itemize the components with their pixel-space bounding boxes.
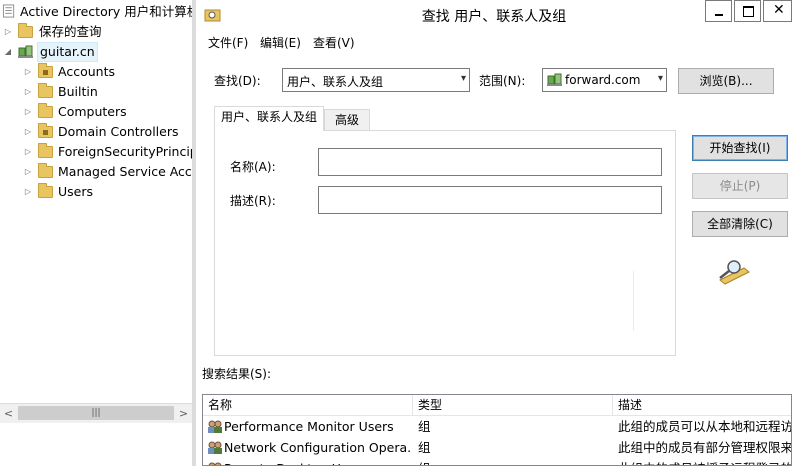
menu-file[interactable]: 文件(F): [208, 34, 248, 51]
scroll-right-arrow-icon[interactable]: >: [175, 404, 192, 423]
find-dialog: 查找 用户、联系人及组 ✕ 文件(F) 编辑(E) 查看(V) 查找(D): 用…: [196, 0, 792, 466]
chevron-right-icon[interactable]: ▷: [23, 182, 33, 202]
table-row[interactable]: Network Configuration Opera... 组 此组中的成员有…: [203, 437, 792, 458]
column-header-type[interactable]: 类型: [413, 395, 613, 415]
folder-icon: [18, 23, 33, 38]
dialog-title: 查找 用户、联系人及组: [421, 9, 567, 25]
tree-item-label: Builtin: [58, 84, 98, 99]
result-type: 组: [418, 458, 608, 465]
domain-icon: [18, 45, 33, 58]
find-now-button[interactable]: 开始查找(I): [692, 135, 788, 161]
browse-button[interactable]: 浏览(B)...: [678, 68, 774, 94]
chevron-right-icon[interactable]: ▷: [23, 82, 33, 102]
chevron-down-icon: ▾: [460, 73, 466, 84]
find-label: 查找(D):: [214, 74, 261, 88]
minimize-button[interactable]: [705, 0, 732, 22]
tree-item-label: Users: [58, 184, 94, 199]
results-list[interactable]: 名称 类型 描述 Performance Monitor Users 组 此组的…: [202, 394, 792, 466]
tree-item-label: Computers: [58, 104, 127, 119]
folder-icon: [38, 183, 53, 198]
scrollbar-thumb[interactable]: |||: [18, 406, 174, 420]
scope-select[interactable]: forward.com ▾: [542, 68, 667, 92]
close-button[interactable]: ✕: [763, 0, 792, 22]
find-type-value: 用户、联系人及组: [287, 75, 384, 89]
results-label: 搜索结果(S):: [202, 367, 272, 381]
find-type-select[interactable]: 用户、联系人及组 ▾: [282, 68, 470, 92]
chevron-right-icon[interactable]: ▷: [3, 22, 13, 42]
search-magnifier-icon: [719, 260, 750, 285]
name-label: 名称(A):: [230, 160, 276, 174]
column-header-description[interactable]: 描述: [613, 395, 791, 415]
tab-users-contacts-groups[interactable]: 用户、联系人及组: [214, 106, 324, 131]
results-header: 名称 类型 描述: [203, 395, 791, 416]
description-input[interactable]: [318, 186, 662, 214]
result-name: Network Configuration Opera...: [224, 440, 412, 455]
description-label: 描述(R):: [230, 194, 276, 208]
table-row[interactable]: Remote Desktop Users 组 此组中的成员被授予远程登录的权: [203, 458, 791, 465]
maximize-icon: [743, 6, 754, 17]
tree-root-label: Active Directory 用户和计算机: [20, 4, 192, 19]
ad-tree-pane[interactable]: Active Directory 用户和计算机 ▷ 保存的查询 ◢ guitar…: [0, 0, 192, 466]
dialog-titlebar[interactable]: 查找 用户、联系人及组 ✕: [196, 0, 792, 32]
ad-console-icon: [2, 4, 15, 18]
table-row[interactable]: Performance Monitor Users 组 此组的成员可以从本地和远…: [203, 416, 792, 437]
tree-item-label: Domain Controllers: [58, 124, 179, 139]
domain-icon: [547, 73, 562, 86]
organizational-unit-icon: [38, 63, 53, 78]
chevron-right-icon[interactable]: ▷: [23, 102, 33, 122]
chevron-right-icon[interactable]: ▷: [23, 62, 33, 82]
result-type: 组: [418, 440, 431, 455]
stop-button[interactable]: 停止(P): [692, 173, 788, 199]
tree-horizontal-scrollbar[interactable]: < ||| >: [0, 403, 192, 423]
scope-value: forward.com: [565, 73, 641, 87]
tree-item-label: Managed Service Accounts: [58, 164, 192, 179]
chevron-right-icon[interactable]: ▷: [23, 142, 33, 162]
column-header-name[interactable]: 名称: [203, 395, 413, 415]
scope-label: 范围(N):: [479, 74, 526, 88]
group-icon: [208, 441, 222, 454]
folder-icon: [38, 143, 53, 158]
tree-item-label: Accounts: [58, 64, 115, 79]
result-type: 组: [418, 419, 431, 434]
menu-view[interactable]: 查看(V): [313, 34, 355, 51]
result-description: 此组的成员可以从本地和远程访问: [618, 419, 792, 434]
search-criteria-panel: 名称(A): 描述(R):: [214, 130, 676, 356]
tab-advanced[interactable]: 高级: [324, 109, 370, 131]
folder-icon: [38, 83, 53, 98]
folder-icon: [38, 163, 53, 178]
maximize-button[interactable]: [734, 0, 761, 22]
group-icon: [208, 420, 222, 433]
close-icon: ✕: [773, 2, 785, 18]
chevron-right-icon[interactable]: ▷: [23, 162, 33, 182]
result-name: Performance Monitor Users: [224, 419, 394, 434]
chevron-down-icon[interactable]: ◢: [3, 42, 13, 62]
menu-bar: 文件(F) 编辑(E) 查看(V): [196, 32, 792, 52]
tree-item-label: ForeignSecurityPrincipals: [58, 144, 192, 159]
name-input[interactable]: [318, 148, 662, 176]
folder-icon: [38, 103, 53, 118]
clear-all-button[interactable]: 全部清除(C): [692, 211, 788, 237]
tree-item-label: guitar.cn: [37, 42, 98, 62]
chevron-down-icon: ▾: [657, 73, 663, 84]
menu-edit[interactable]: 编辑(E): [260, 34, 301, 51]
chevron-right-icon[interactable]: ▷: [23, 122, 33, 142]
tree-item-label: 保存的查询: [39, 24, 102, 39]
result-description: 此组中的成员被授予远程登录的权: [618, 458, 791, 465]
minimize-icon: [715, 14, 723, 16]
result-name: Remote Desktop Users: [224, 458, 412, 465]
group-icon: [208, 462, 222, 465]
scroll-left-arrow-icon[interactable]: <: [0, 404, 17, 423]
result-description: 此组中的成员有部分管理权限来: [618, 440, 792, 455]
organizational-unit-icon: [38, 123, 53, 138]
divider: [633, 271, 634, 331]
